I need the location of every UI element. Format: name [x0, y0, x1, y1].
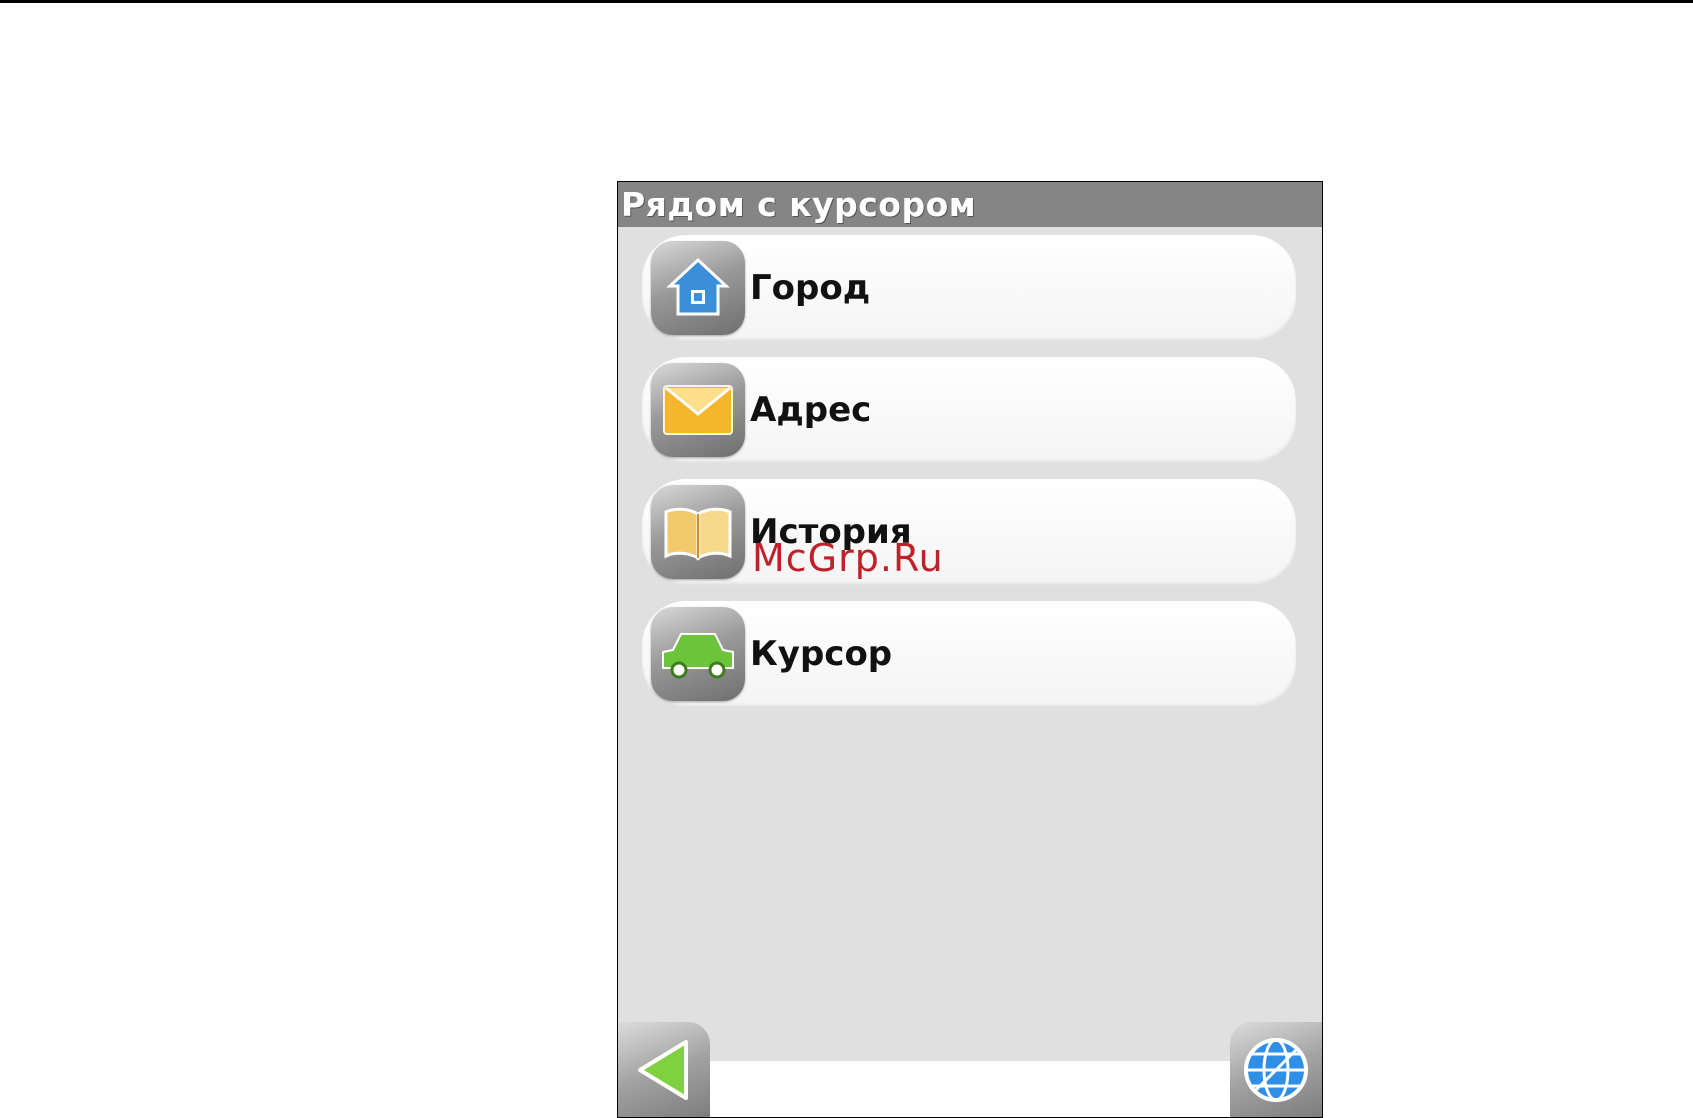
book-icon	[651, 485, 745, 579]
page-top-rule	[0, 0, 1693, 3]
menu-item-label: Курсор	[750, 634, 893, 674]
envelope-icon	[651, 363, 745, 457]
back-arrow-icon	[638, 1039, 688, 1100]
house-icon	[651, 241, 745, 335]
window-title: Рядом с курсором	[621, 185, 977, 224]
watermark: McGrp.Ru	[752, 536, 944, 580]
menu-item-label: Адрес	[750, 390, 872, 430]
menu-item-label: Город	[750, 268, 871, 308]
globe-icon	[1244, 1037, 1308, 1102]
bottom-toolbar	[618, 1061, 1322, 1117]
device-screen: Рядом с курсором Город Адрес История Кур…	[617, 181, 1323, 1118]
title-bar: Рядом с курсором	[618, 182, 1322, 227]
menu-item-city[interactable]: Город	[642, 235, 1296, 341]
back-button[interactable]	[618, 1022, 710, 1117]
globe-button[interactable]	[1230, 1022, 1322, 1117]
menu-item-address[interactable]: Адрес	[642, 357, 1296, 463]
menu-item-cursor[interactable]: Курсор	[642, 601, 1296, 707]
menu-item-history[interactable]: История	[642, 479, 1296, 585]
car-icon	[651, 607, 745, 701]
